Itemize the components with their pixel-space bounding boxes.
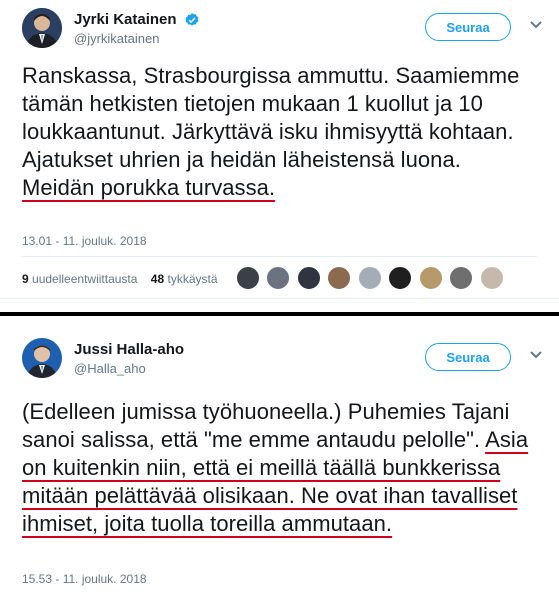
liker-avatar[interactable] bbox=[388, 266, 413, 290]
tweet-text: Ranskassa, Strasbourgissa ammuttu. Saami… bbox=[22, 62, 532, 202]
author-name[interactable]: Jussi Halla-aho bbox=[74, 341, 184, 359]
follow-button[interactable]: Seuraa bbox=[425, 13, 511, 41]
tweet-katainen: Jyrki Katainen @jyrkikatainen Seuraa Ran… bbox=[0, 0, 559, 300]
timestamp[interactable]: 13.01 - 11. jouluk. 2018 bbox=[22, 234, 147, 248]
tweet-header: Jussi Halla-aho @Halla_aho Seuraa bbox=[22, 338, 549, 382]
liker-avatar[interactable] bbox=[266, 266, 291, 290]
tweet-text-plain: Ranskassa, Strasbourgissa ammuttu. Saami… bbox=[22, 63, 520, 172]
author-name[interactable]: Jyrki Katainen bbox=[74, 11, 177, 29]
divider bbox=[22, 256, 537, 257]
likers-avatars bbox=[236, 266, 506, 290]
tweet-header: Jyrki Katainen @jyrkikatainen Seuraa bbox=[22, 8, 549, 52]
liker-avatar[interactable] bbox=[449, 266, 474, 290]
likes-label[interactable]: tykkäystä bbox=[167, 272, 217, 286]
liker-avatar[interactable] bbox=[479, 266, 504, 290]
liker-avatar[interactable] bbox=[296, 266, 321, 290]
liker-avatar[interactable] bbox=[357, 266, 382, 290]
retweets-count[interactable]: 9 bbox=[22, 272, 29, 286]
author-handle[interactable]: @Halla_aho bbox=[74, 360, 184, 378]
retweets-label[interactable]: uudelleentwiittausta bbox=[32, 272, 137, 286]
verified-badge-icon bbox=[185, 13, 199, 26]
follow-button[interactable]: Seuraa bbox=[425, 343, 511, 371]
chevron-down-icon[interactable] bbox=[529, 20, 543, 30]
liker-avatar[interactable] bbox=[327, 266, 352, 290]
avatar[interactable] bbox=[22, 8, 62, 48]
screenshot-separator bbox=[0, 300, 559, 328]
chevron-down-icon[interactable] bbox=[529, 350, 543, 360]
likes-count[interactable]: 48 bbox=[151, 272, 164, 286]
author-handle[interactable]: @jyrkikatainen bbox=[74, 30, 200, 48]
liker-avatar[interactable] bbox=[418, 266, 443, 290]
avatar[interactable] bbox=[22, 338, 62, 378]
liker-avatar[interactable] bbox=[236, 266, 260, 290]
tweet-text: (Edelleen jumissa työhuoneella.) Puhemie… bbox=[22, 398, 542, 538]
tweet-halla-aho: Jussi Halla-aho @Halla_aho Seuraa (Edell… bbox=[0, 328, 559, 596]
timestamp[interactable]: 15.53 - 11. jouluk. 2018 bbox=[22, 572, 147, 586]
tweet-text-underlined: Meidän porukka turvassa. bbox=[22, 175, 276, 200]
separator-bar bbox=[0, 312, 559, 316]
tweet-text-plain: (Edelleen jumissa työhuoneella.) Puhemie… bbox=[22, 399, 510, 452]
tweet-stats: 9 uudelleentwiittausta 48 tykkäystä bbox=[22, 272, 218, 286]
divider bbox=[0, 298, 559, 299]
